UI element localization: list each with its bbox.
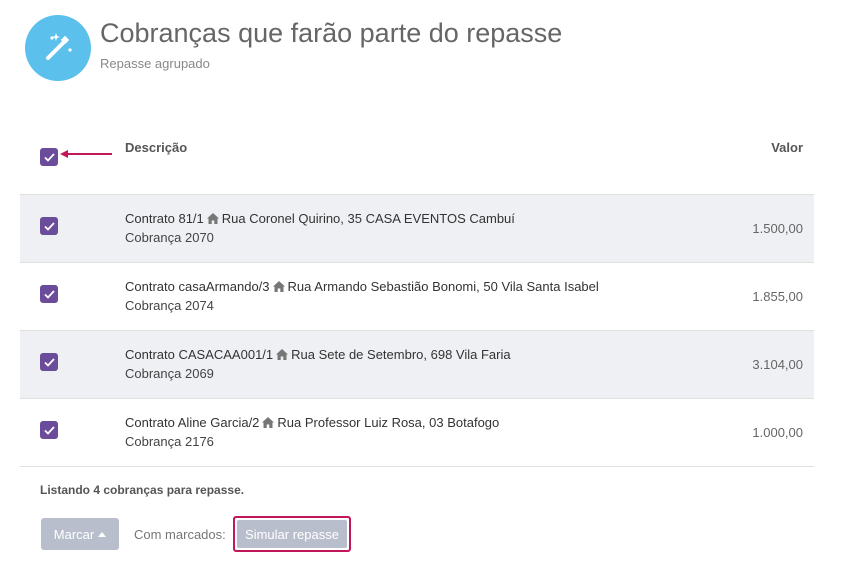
row-contract: Contrato 81/1	[125, 211, 204, 226]
row-charge: Cobrança 2074	[125, 298, 214, 313]
row-value: 1.855,00	[752, 289, 803, 304]
row-description: Contrato 81/1 Rua Coronel Quirino, 35 CA…	[125, 211, 515, 226]
header-icon	[25, 15, 91, 81]
table-row: Contrato CASACAA001/1 Rua Sete de Setemb…	[20, 331, 814, 399]
row-charge: Cobrança 2070	[125, 230, 214, 245]
row-description: Contrato CASACAA001/1 Rua Sete de Setemb…	[125, 347, 511, 362]
table-row: Contrato Aline Garcia/2 Rua Professor Lu…	[20, 399, 814, 467]
magic-wand-icon	[46, 33, 72, 60]
charges-table: Descrição Valor Contrato 81/1 Rua Corone…	[20, 120, 814, 467]
row-checkbox[interactable]	[40, 353, 58, 371]
check-icon	[43, 425, 55, 435]
row-description: Contrato Aline Garcia/2 Rua Professor Lu…	[125, 415, 499, 430]
select-all-checkbox[interactable]	[40, 148, 58, 166]
simular-repasse-button[interactable]: Simular repasse	[237, 520, 347, 548]
check-icon	[43, 221, 55, 231]
row-address: Rua Professor Luiz Rosa, 03 Botafogo	[277, 415, 500, 430]
listing-summary: Listando 4 cobranças para repasse.	[40, 483, 245, 497]
row-contract: Contrato Aline Garcia/2	[125, 415, 260, 430]
page-subtitle: Repasse agrupado	[100, 56, 210, 71]
column-header-description: Descrição	[125, 140, 188, 155]
arrow-left-icon	[60, 150, 112, 158]
table-row: Contrato casaArmando/3 Rua Armando Sebas…	[20, 263, 814, 331]
page-title: Cobranças que farão parte do repasse	[100, 18, 563, 48]
row-contract: Contrato casaArmando/3	[125, 279, 270, 294]
home-icon	[206, 213, 219, 224]
check-icon	[43, 357, 55, 367]
row-address: Rua Sete de Setembro, 698 Vila Faria	[291, 347, 511, 362]
check-icon	[43, 289, 55, 299]
row-value: 3.104,00	[752, 357, 803, 372]
column-header-value: Valor	[771, 140, 803, 155]
home-icon	[272, 281, 285, 292]
com-marcados-label: Com marcados:	[134, 527, 226, 542]
row-checkbox[interactable]	[40, 217, 58, 235]
table-header: Descrição Valor	[20, 120, 814, 195]
row-value: 1.000,00	[752, 425, 803, 440]
simular-highlight: Simular repasse	[233, 516, 351, 552]
row-description: Contrato casaArmando/3 Rua Armando Sebas…	[125, 279, 599, 294]
home-icon	[262, 417, 275, 428]
row-address: Rua Armando Sebastião Bonomi, 50 Vila Sa…	[287, 279, 599, 294]
row-checkbox[interactable]	[40, 285, 58, 303]
check-icon	[43, 152, 55, 162]
row-charge: Cobrança 2069	[125, 366, 214, 381]
table-row: Contrato 81/1 Rua Coronel Quirino, 35 CA…	[20, 195, 814, 263]
row-checkbox[interactable]	[40, 421, 58, 439]
row-address: Rua Coronel Quirino, 35 CASA EVENTOS Cam…	[221, 211, 515, 226]
row-value: 1.500,00	[752, 221, 803, 236]
row-contract: Contrato CASACAA001/1	[125, 347, 274, 362]
marcar-label: Marcar	[53, 526, 95, 542]
marcar-dropdown-button[interactable]: Marcar	[41, 518, 119, 550]
home-icon	[276, 349, 289, 360]
row-charge: Cobrança 2176	[125, 434, 214, 449]
caret-up-icon	[98, 531, 107, 537]
